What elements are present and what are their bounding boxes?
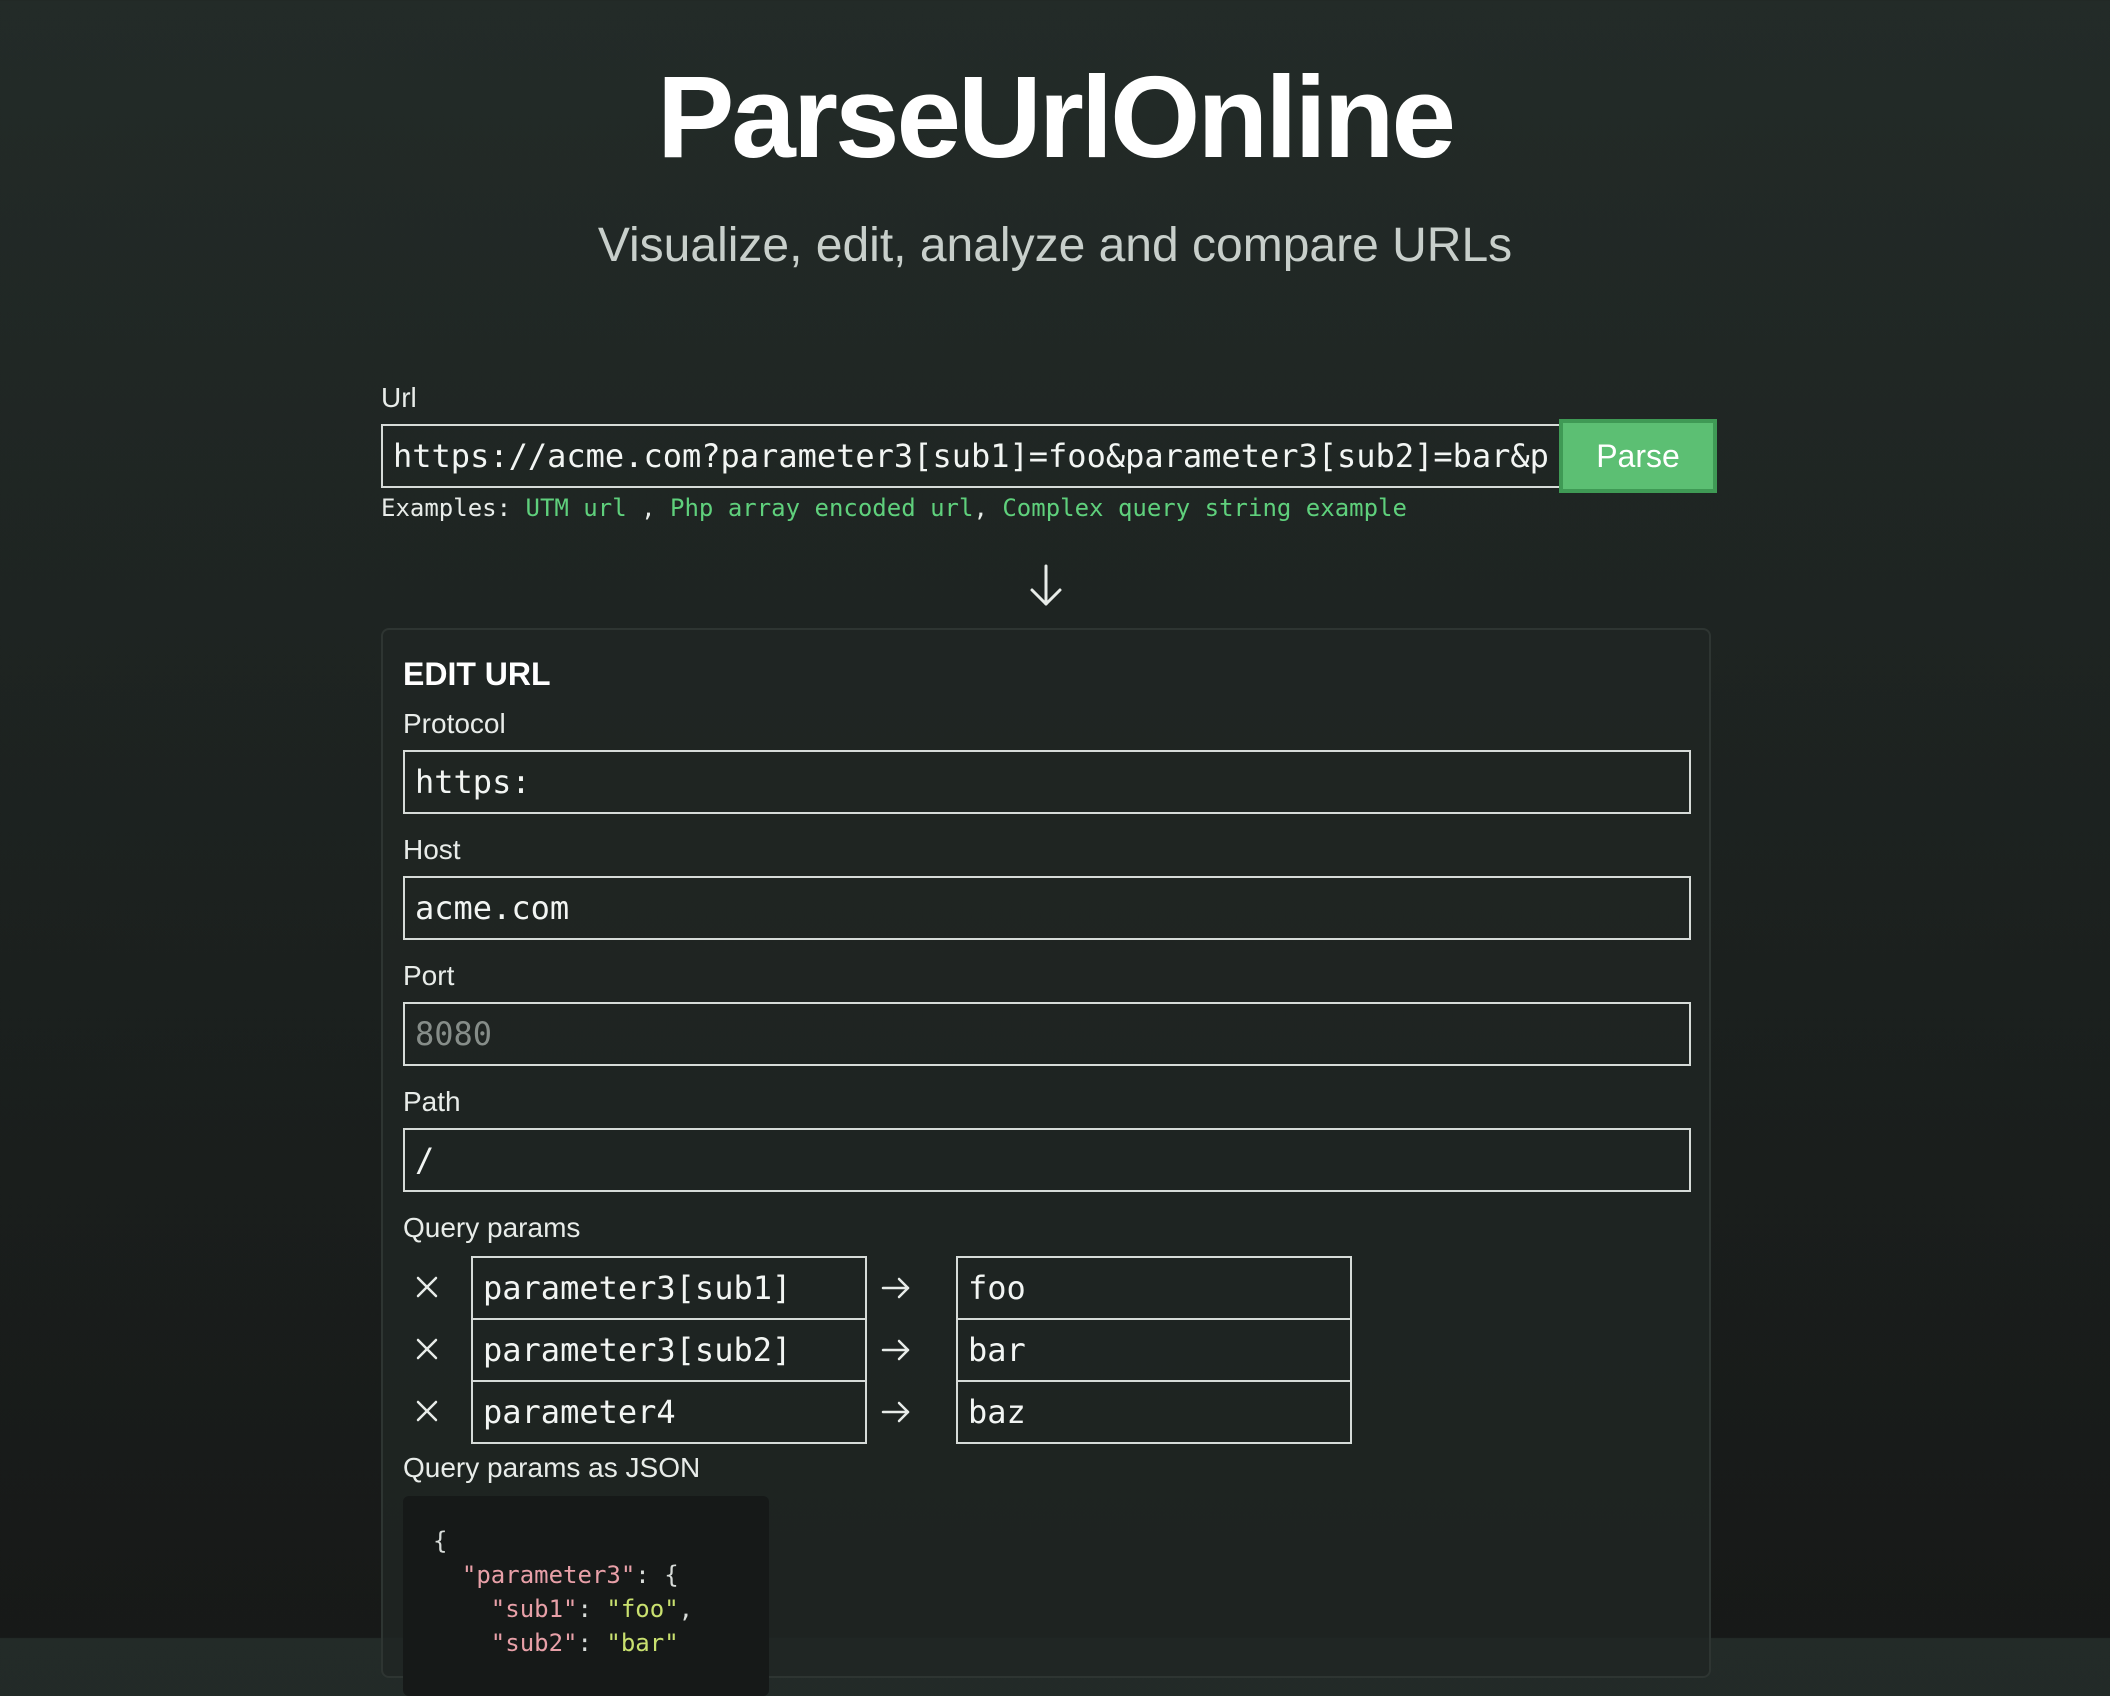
json-punct: : bbox=[577, 1595, 607, 1623]
edit-url-panel: EDIT URL Protocol Host Port Path Query p… bbox=[381, 628, 1711, 1696]
example-link-php-array[interactable]: Php array encoded url bbox=[670, 494, 973, 522]
example-link-utm[interactable]: UTM url bbox=[526, 494, 627, 522]
port-label: Port bbox=[403, 960, 455, 991]
json-punct: : { bbox=[635, 1561, 679, 1589]
close-icon[interactable] bbox=[409, 1269, 445, 1305]
json-key: "sub1" bbox=[490, 1595, 578, 1623]
json-punct: : bbox=[577, 1629, 607, 1657]
query-param-row bbox=[403, 1380, 1353, 1444]
host-label: Host bbox=[403, 834, 461, 865]
arrow-right-icon bbox=[881, 1401, 910, 1423]
query-params-json-view: { "parameter3": { "sub1": "foo", "sub2":… bbox=[403, 1496, 769, 1696]
query-params-json-label: Query params as JSON bbox=[403, 1452, 701, 1483]
close-icon[interactable] bbox=[409, 1393, 445, 1429]
examples-label: Examples: bbox=[381, 494, 512, 522]
query-param-key-input[interactable] bbox=[471, 1380, 867, 1444]
json-value: "bar" bbox=[606, 1629, 679, 1657]
app-subtitle: Visualize, edit, analyze and compare URL… bbox=[597, 219, 1513, 272]
arrow-right-icon bbox=[881, 1277, 910, 1299]
parse-button[interactable]: Parse bbox=[1559, 419, 1717, 493]
json-punct: , bbox=[678, 1595, 694, 1623]
examples-separator: , bbox=[973, 494, 1003, 522]
query-param-value-input[interactable] bbox=[956, 1380, 1352, 1444]
protocol-input[interactable] bbox=[403, 750, 1691, 814]
app-title: ParseUrlOnline bbox=[656, 52, 1456, 182]
path-label: Path bbox=[403, 1086, 461, 1117]
arrow-right-icon bbox=[881, 1339, 910, 1361]
close-icon[interactable] bbox=[409, 1331, 445, 1367]
query-param-row bbox=[403, 1318, 1353, 1382]
protocol-label: Protocol bbox=[403, 708, 506, 739]
arrow-down-icon bbox=[1030, 564, 1062, 606]
port-input[interactable] bbox=[403, 1002, 1691, 1066]
query-param-row bbox=[403, 1256, 1353, 1320]
json-key: "parameter3" bbox=[461, 1561, 636, 1589]
query-param-value-input[interactable] bbox=[956, 1318, 1352, 1382]
edit-url-title: EDIT URL bbox=[403, 656, 551, 692]
path-input[interactable] bbox=[403, 1128, 1691, 1192]
query-param-key-input[interactable] bbox=[471, 1318, 867, 1382]
example-link-complex-query[interactable]: Complex query string example bbox=[1002, 494, 1407, 522]
json-key: "sub2" bbox=[490, 1629, 578, 1657]
host-input[interactable] bbox=[403, 876, 1691, 940]
examples-separator: , bbox=[626, 494, 671, 522]
json-brace: { bbox=[433, 1527, 448, 1555]
query-param-key-input[interactable] bbox=[471, 1256, 867, 1320]
examples-line: Examples: UTM url , Php array encoded ur… bbox=[381, 494, 1407, 522]
url-label: Url bbox=[381, 382, 417, 413]
query-params-label: Query params bbox=[403, 1212, 581, 1243]
query-param-value-input[interactable] bbox=[956, 1256, 1352, 1320]
url-input[interactable] bbox=[381, 424, 1561, 488]
json-value: "foo" bbox=[606, 1595, 679, 1623]
